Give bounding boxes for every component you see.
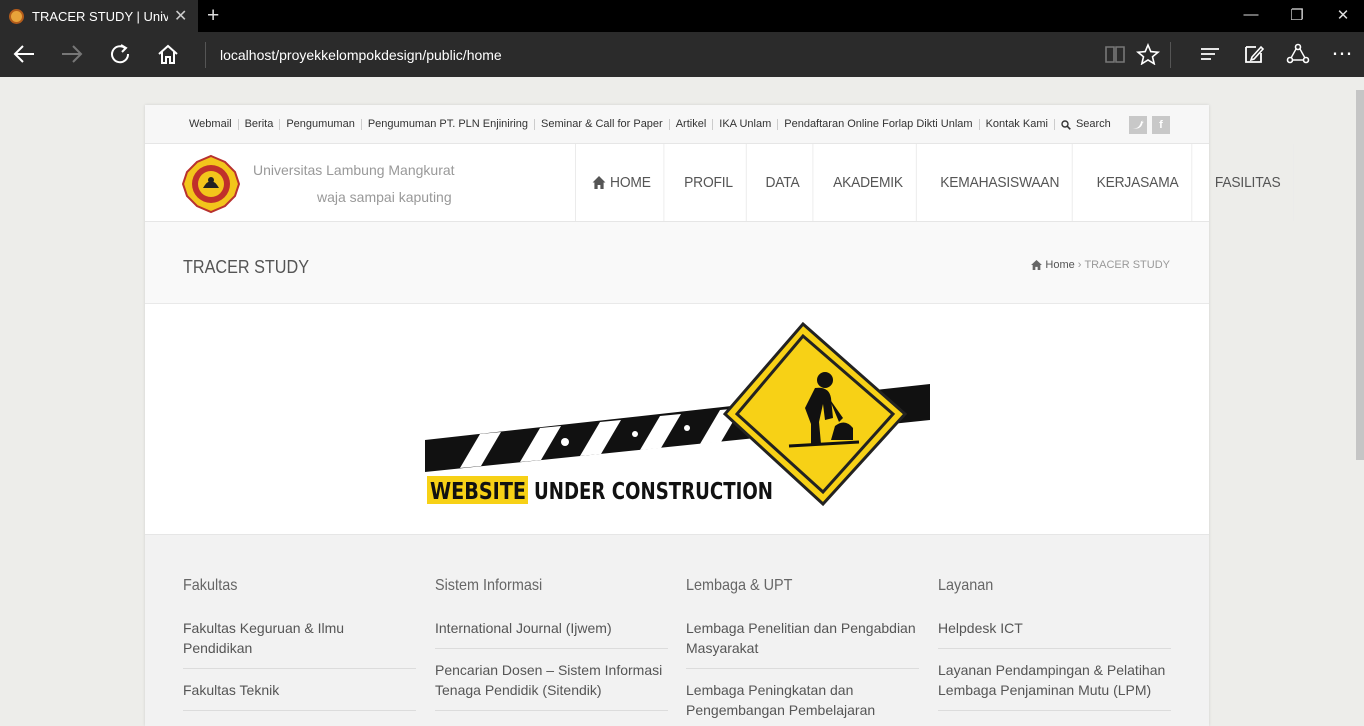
main-menu: HOME PROFIL DATA AKADEMIK KEMAHASISWAAN …: [575, 144, 1298, 221]
close-tab-icon[interactable]: ✕: [174, 6, 187, 26]
home-icon[interactable]: [155, 43, 181, 67]
tab-bar: TRACER STUDY | Univer ✕ + — ❐ ✕: [0, 0, 1364, 32]
breadcrumb-separator: ›: [1077, 259, 1082, 271]
footer-link[interactable]: International Journal (Ijwem): [435, 613, 668, 649]
menu-item-akademik[interactable]: AKADEMIK: [820, 144, 917, 221]
new-tab-button[interactable]: +: [207, 4, 219, 28]
footer-link[interactable]: Layanan Sekolah via Hosting Unlam: [938, 717, 1171, 726]
toplink-artikel[interactable]: Artikel: [668, 119, 713, 130]
menu-label: HOME: [610, 174, 651, 191]
menu-item-kerjasama[interactable]: KERJASAMA: [1084, 144, 1193, 221]
facebook-icon[interactable]: f: [1152, 116, 1170, 134]
footer-link[interactable]: Pencarian Dosen – Sistem Informasi Tenag…: [435, 655, 668, 711]
breadcrumb: Home › TRACER STUDY: [1031, 259, 1170, 271]
menu-item-home[interactable]: HOME: [580, 144, 665, 221]
menu-item-profil[interactable]: PROFIL: [671, 144, 747, 221]
site-slogan: waja sampai kaputing: [317, 189, 452, 205]
search-label: Search: [1075, 118, 1111, 130]
twitter-icon[interactable]: [1129, 116, 1147, 134]
top-link-bar: Webmail Berita Pengumuman Pengumuman PT.…: [145, 105, 1209, 144]
forward-icon[interactable]: [59, 43, 85, 67]
toplink-seminar[interactable]: Seminar & Call for Paper: [534, 119, 669, 130]
toplink-pendaftaran[interactable]: Pendaftaran Online Forlap Dikti Unlam: [777, 119, 978, 130]
share-icon[interactable]: [1285, 43, 1311, 67]
favorite-star-icon[interactable]: [1135, 42, 1161, 67]
footer-column-lembaga-upt: Lembaga & UPT Lembaga Penelitian dan Pen…: [686, 577, 919, 726]
banner-text: UNDER CONSTRUCTION: [534, 479, 773, 505]
footer-link[interactable]: Lembaga Penelitian dan Pengabdian Masyar…: [686, 613, 919, 669]
hub-icon[interactable]: [1197, 43, 1223, 67]
footer-heading: Layanan: [938, 577, 994, 594]
footer-link[interactable]: Fakultas Pertanian: [183, 717, 416, 726]
footer-link[interactable]: Fakultas Keguruan & Ilmu Pendidikan: [183, 613, 416, 669]
scrollbar-thumb[interactable]: [1356, 90, 1364, 460]
university-logo[interactable]: [181, 154, 241, 214]
site-name: Universitas Lambung Mangkurat: [253, 162, 455, 178]
footer-link[interactable]: Lembaga Peningkatan dan Pengembangan Pem…: [686, 675, 919, 726]
footer-heading: Lembaga & UPT: [686, 577, 793, 594]
toplink-webmail[interactable]: Webmail: [183, 119, 238, 130]
toplink-pengumuman-pln[interactable]: Pengumuman PT. PLN Enjiniring: [360, 119, 534, 130]
favicon-icon: [9, 9, 24, 24]
divider: [205, 42, 206, 68]
restore-button[interactable]: ❐: [1282, 6, 1312, 24]
site-footer: Fakultas Fakultas Keguruan & Ilmu Pendid…: [145, 534, 1209, 726]
home-icon: [1031, 260, 1043, 270]
footer-column-sistem-informasi: Sistem Informasi International Journal (…: [435, 577, 668, 726]
toplink-ika-unlam[interactable]: IKA Unlam: [712, 119, 777, 130]
breadcrumb-home[interactable]: Home: [1045, 259, 1074, 271]
footer-link[interactable]: Fakultas Teknik: [183, 675, 416, 711]
toplink-pengumuman[interactable]: Pengumuman: [279, 119, 361, 130]
tab-title: TRACER STUDY | Univer: [32, 9, 168, 24]
web-note-icon[interactable]: [1241, 43, 1267, 67]
banner-highlight: WEBSITE: [430, 479, 526, 505]
more-icon[interactable]: ⋯: [1329, 43, 1355, 67]
menu-item-data[interactable]: DATA: [753, 144, 814, 221]
back-icon[interactable]: [11, 43, 37, 67]
divider: [1170, 42, 1171, 68]
browser-tab[interactable]: TRACER STUDY | Univer ✕: [0, 0, 198, 32]
under-construction-image: WEBSITE UNDER CONSTRUCTION: [425, 322, 930, 507]
footer-column-layanan: Layanan Helpdesk ICT Layanan Pendampinga…: [938, 577, 1171, 726]
breadcrumb-current: TRACER STUDY: [1084, 259, 1170, 271]
close-window-button[interactable]: ✕: [1328, 6, 1358, 24]
site-header: Universitas Lambung Mangkurat waja sampa…: [145, 144, 1294, 222]
footer-heading: Fakultas: [183, 577, 238, 594]
footer-link[interactable]: Helpdesk ICT: [938, 613, 1171, 649]
top-links: Webmail Berita Pengumuman Pengumuman PT.…: [183, 119, 1117, 130]
browser-toolbar: localhost/proyekkelompokdesign/public/ho…: [0, 32, 1364, 77]
menu-item-fasilitas[interactable]: FASILITAS: [1202, 144, 1294, 221]
footer-link[interactable]: Repositori: [435, 717, 668, 726]
minimize-button[interactable]: —: [1236, 6, 1266, 23]
refresh-icon[interactable]: [107, 43, 133, 67]
page-container: Webmail Berita Pengumuman Pengumuman PT.…: [145, 105, 1294, 726]
main-content: WEBSITE UNDER CONSTRUCTION: [145, 304, 1209, 534]
page-title: TRACER STUDY: [183, 257, 310, 277]
home-icon: [592, 176, 606, 189]
address-bar[interactable]: localhost/proyekkelompokdesign/public/ho…: [220, 47, 502, 63]
toplink-berita[interactable]: Berita: [237, 119, 280, 130]
footer-heading: Sistem Informasi: [435, 577, 543, 594]
page-title-bar: TRACER STUDY Home › TRACER STUDY: [145, 222, 1209, 304]
search-link[interactable]: Search: [1053, 118, 1117, 130]
footer-column-fakultas: Fakultas Fakultas Keguruan & Ilmu Pendid…: [183, 577, 416, 726]
footer-link[interactable]: Layanan Pendampingan & Pelatihan Lembaga…: [938, 655, 1171, 711]
toplink-kontak[interactable]: Kontak Kami: [978, 119, 1054, 130]
reading-view-icon[interactable]: [1102, 43, 1128, 67]
menu-item-kemahasiswaan[interactable]: KEMAHASISWAAN: [927, 144, 1074, 221]
search-icon: [1061, 119, 1071, 130]
